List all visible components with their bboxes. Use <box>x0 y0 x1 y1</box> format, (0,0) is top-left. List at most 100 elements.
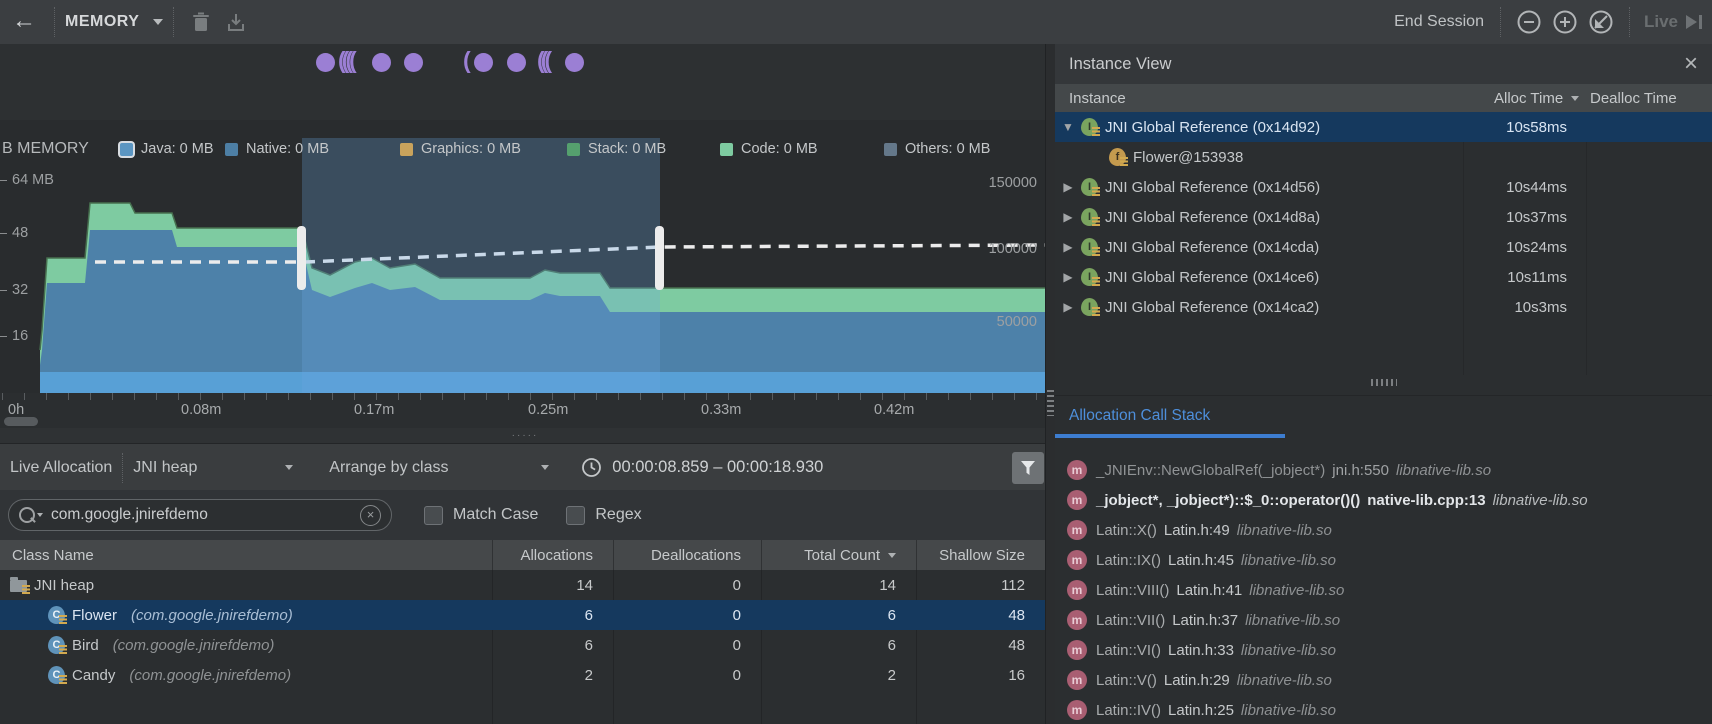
method-icon: m <box>1067 490 1087 510</box>
stack-frame[interactable]: m Latin::VIII()Latin.h:41libnative-lib.s… <box>1055 575 1712 605</box>
memory-track-label: B MEMORY <box>2 140 89 158</box>
column-header-instance[interactable]: Instance <box>1069 90 1494 107</box>
stack-frame[interactable]: m Latin::X()Latin.h:49libnative-lib.so <box>1055 515 1712 545</box>
expander-icon[interactable]: ▶ <box>1055 270 1081 284</box>
search-options-icon[interactable] <box>37 513 43 517</box>
stack-frame[interactable]: m Latin::VII()Latin.h:37libnative-lib.so <box>1055 605 1712 635</box>
method-icon: m <box>1067 580 1087 600</box>
filter-button[interactable] <box>1012 452 1044 484</box>
memory-dropdown-icon[interactable] <box>153 19 163 25</box>
expander-icon[interactable]: ▶ <box>1055 180 1081 194</box>
touch-event-icon <box>474 53 493 72</box>
legend-item-others: Others: 0 MB <box>884 141 990 157</box>
skip-to-live-icon[interactable] <box>1686 15 1702 29</box>
class-row-jni-heap[interactable]: JNI heap 14 0 14 112 <box>0 570 1045 600</box>
column-header-allocations[interactable]: Allocations <box>492 540 613 570</box>
time-axis-label: 0.25m <box>528 402 568 418</box>
heap-selector[interactable]: JNI heap <box>133 459 293 477</box>
column-header-shallow-size[interactable]: Shallow Size <box>916 540 1045 570</box>
legend-item-code: Code: 0 MB <box>720 141 818 157</box>
y-axis-right-label: 50000 <box>997 314 1037 330</box>
touch-hold-trail-icon: ((( <box>537 47 548 74</box>
column-header-alloc-time[interactable]: Alloc Time <box>1494 90 1590 107</box>
class-row-candy[interactable]: CCandy(com.google.jnirefdemo) 2 0 2 16 <box>0 660 1045 690</box>
instance-row[interactable]: ▼ I JNI Global Reference (0x14d92) 10s58… <box>1055 112 1712 142</box>
touch-hold-trail-icon: (((( <box>338 47 353 74</box>
y-axis-label: 48 <box>12 225 28 241</box>
callstack-splitter[interactable] <box>1055 375 1712 389</box>
memory-profiler-window: ← MEMORY End Session L <box>0 0 1712 724</box>
column-header-deallocations[interactable]: Deallocations <box>613 540 761 570</box>
method-icon: m <box>1067 640 1087 660</box>
touch-hold-trail-icon: ( <box>463 47 467 74</box>
stack-frame[interactable]: m Latin::VI()Latin.h:33libnative-lib.so <box>1055 635 1712 665</box>
y-axis-tick <box>0 180 7 181</box>
expander-icon[interactable]: ▼ <box>1055 120 1081 134</box>
instance-row[interactable]: ▶ I JNI Global Reference (0x14ca2) 10s3m… <box>1055 292 1712 322</box>
back-arrow-icon[interactable]: ← <box>0 9 44 35</box>
class-row-bird[interactable]: CBird(com.google.jnirefdemo) 6 0 6 48 <box>0 630 1045 660</box>
callstack-tabbar: Allocation Call Stack <box>1055 395 1712 438</box>
allocation-toolbar: Live Allocation JNI heap Arrange by clas… <box>0 443 1050 491</box>
delete-session-icon[interactable] <box>192 12 210 32</box>
legend-item-graphics: Graphics: 0 MB <box>400 141 521 157</box>
regex-checkbox[interactable] <box>566 506 585 525</box>
column-header-dealloc-time[interactable]: Dealloc Time <box>1590 90 1712 107</box>
stack-frame[interactable]: m Latin::V()Latin.h:29libnative-lib.so <box>1055 665 1712 695</box>
instance-row[interactable]: ▶ I JNI Global Reference (0x14ce6) 10s11… <box>1055 262 1712 292</box>
instance-row[interactable]: ▶ I JNI Global Reference (0x14d56) 10s44… <box>1055 172 1712 202</box>
range-selection-overlay[interactable] <box>302 138 660 393</box>
event-timeline[interactable]: (((( ( ((( MainActivity - destroyed <box>0 44 1050 120</box>
jni-ref-icon: I <box>1081 268 1098 286</box>
touch-event-icon <box>404 53 423 72</box>
y-axis-tick <box>0 290 7 291</box>
timeline-scrollbar[interactable] <box>4 417 38 426</box>
instance-row[interactable]: ▶ I JNI Global Reference (0x14d8a) 10s37… <box>1055 202 1712 232</box>
instance-table-header: Instance Alloc Time Dealloc Time <box>1055 84 1712 112</box>
match-case-checkbox[interactable] <box>424 506 443 525</box>
horizontal-splitter[interactable]: ····· <box>0 428 1050 443</box>
expander-icon[interactable]: ▶ <box>1055 210 1081 224</box>
instance-view-title: Instance View <box>1069 55 1171 74</box>
regex-label: Regex <box>595 506 641 524</box>
stack-frame[interactable]: m _jobject*, _jobject*)::$_0::operator()… <box>1055 485 1712 515</box>
stack-frame[interactable]: m _JNIEnv::NewGlobalRef(_jobject*)jni.h:… <box>1055 455 1712 485</box>
y-axis-tick <box>0 336 7 337</box>
instance-child-row[interactable]: f Flower@153938 <box>1055 142 1712 172</box>
toolbar-divider <box>54 7 55 37</box>
close-icon[interactable]: × <box>1684 52 1698 76</box>
expander-icon[interactable]: ▶ <box>1055 240 1081 254</box>
stack-frame[interactable]: m Latin::IV()Latin.h:25libnative-lib.so <box>1055 695 1712 724</box>
end-session-button[interactable]: End Session <box>1394 13 1484 31</box>
stack-frame[interactable]: m Latin::IX()Latin.h:45libnative-lib.so <box>1055 545 1712 575</box>
touch-event-icon <box>507 53 526 72</box>
legend-item-java: Java: 0 MB <box>120 141 214 157</box>
live-button[interactable]: Live <box>1644 12 1678 32</box>
splitter-grip-icon <box>1047 390 1054 416</box>
class-icon: C <box>48 636 65 654</box>
sort-arrow-icon <box>888 553 896 558</box>
selection-handle-left[interactable] <box>297 226 306 290</box>
y-axis-label: 32 <box>12 282 28 298</box>
arrange-selector[interactable]: Arrange by class <box>329 459 549 477</box>
instance-view-panel: Instance View × Instance Alloc Time Deal… <box>1055 44 1712 724</box>
export-session-icon[interactable] <box>226 12 246 32</box>
column-header-class-name[interactable]: Class Name <box>0 540 492 570</box>
tab-allocation-call-stack[interactable]: Allocation Call Stack <box>1069 407 1210 425</box>
zoom-in-icon[interactable] <box>1552 9 1578 35</box>
stack-swatch-icon <box>567 143 580 156</box>
reset-zoom-icon[interactable] <box>1588 9 1614 35</box>
memory-chart[interactable]: B MEMORY Java: 0 MB Native: 0 MB Graphic… <box>0 120 1045 393</box>
clear-search-icon[interactable]: × <box>360 505 381 526</box>
java-swatch-icon <box>120 143 133 156</box>
instance-row[interactable]: ▶ I JNI Global Reference (0x14cda) 10s24… <box>1055 232 1712 262</box>
selection-handle-right[interactable] <box>655 226 664 290</box>
zoom-out-icon[interactable] <box>1516 9 1542 35</box>
y-axis-label: 64 MB <box>12 172 54 188</box>
class-row-flower[interactable]: CFlower(com.google.jnirefdemo) 6 0 6 48 <box>0 600 1045 630</box>
jni-ref-icon: I <box>1081 118 1098 136</box>
jni-ref-icon: I <box>1081 238 1098 256</box>
expander-icon[interactable]: ▶ <box>1055 300 1081 314</box>
column-header-total-count[interactable]: Total Count <box>761 540 916 570</box>
search-input[interactable]: com.google.jnirefdemo × <box>8 499 392 531</box>
